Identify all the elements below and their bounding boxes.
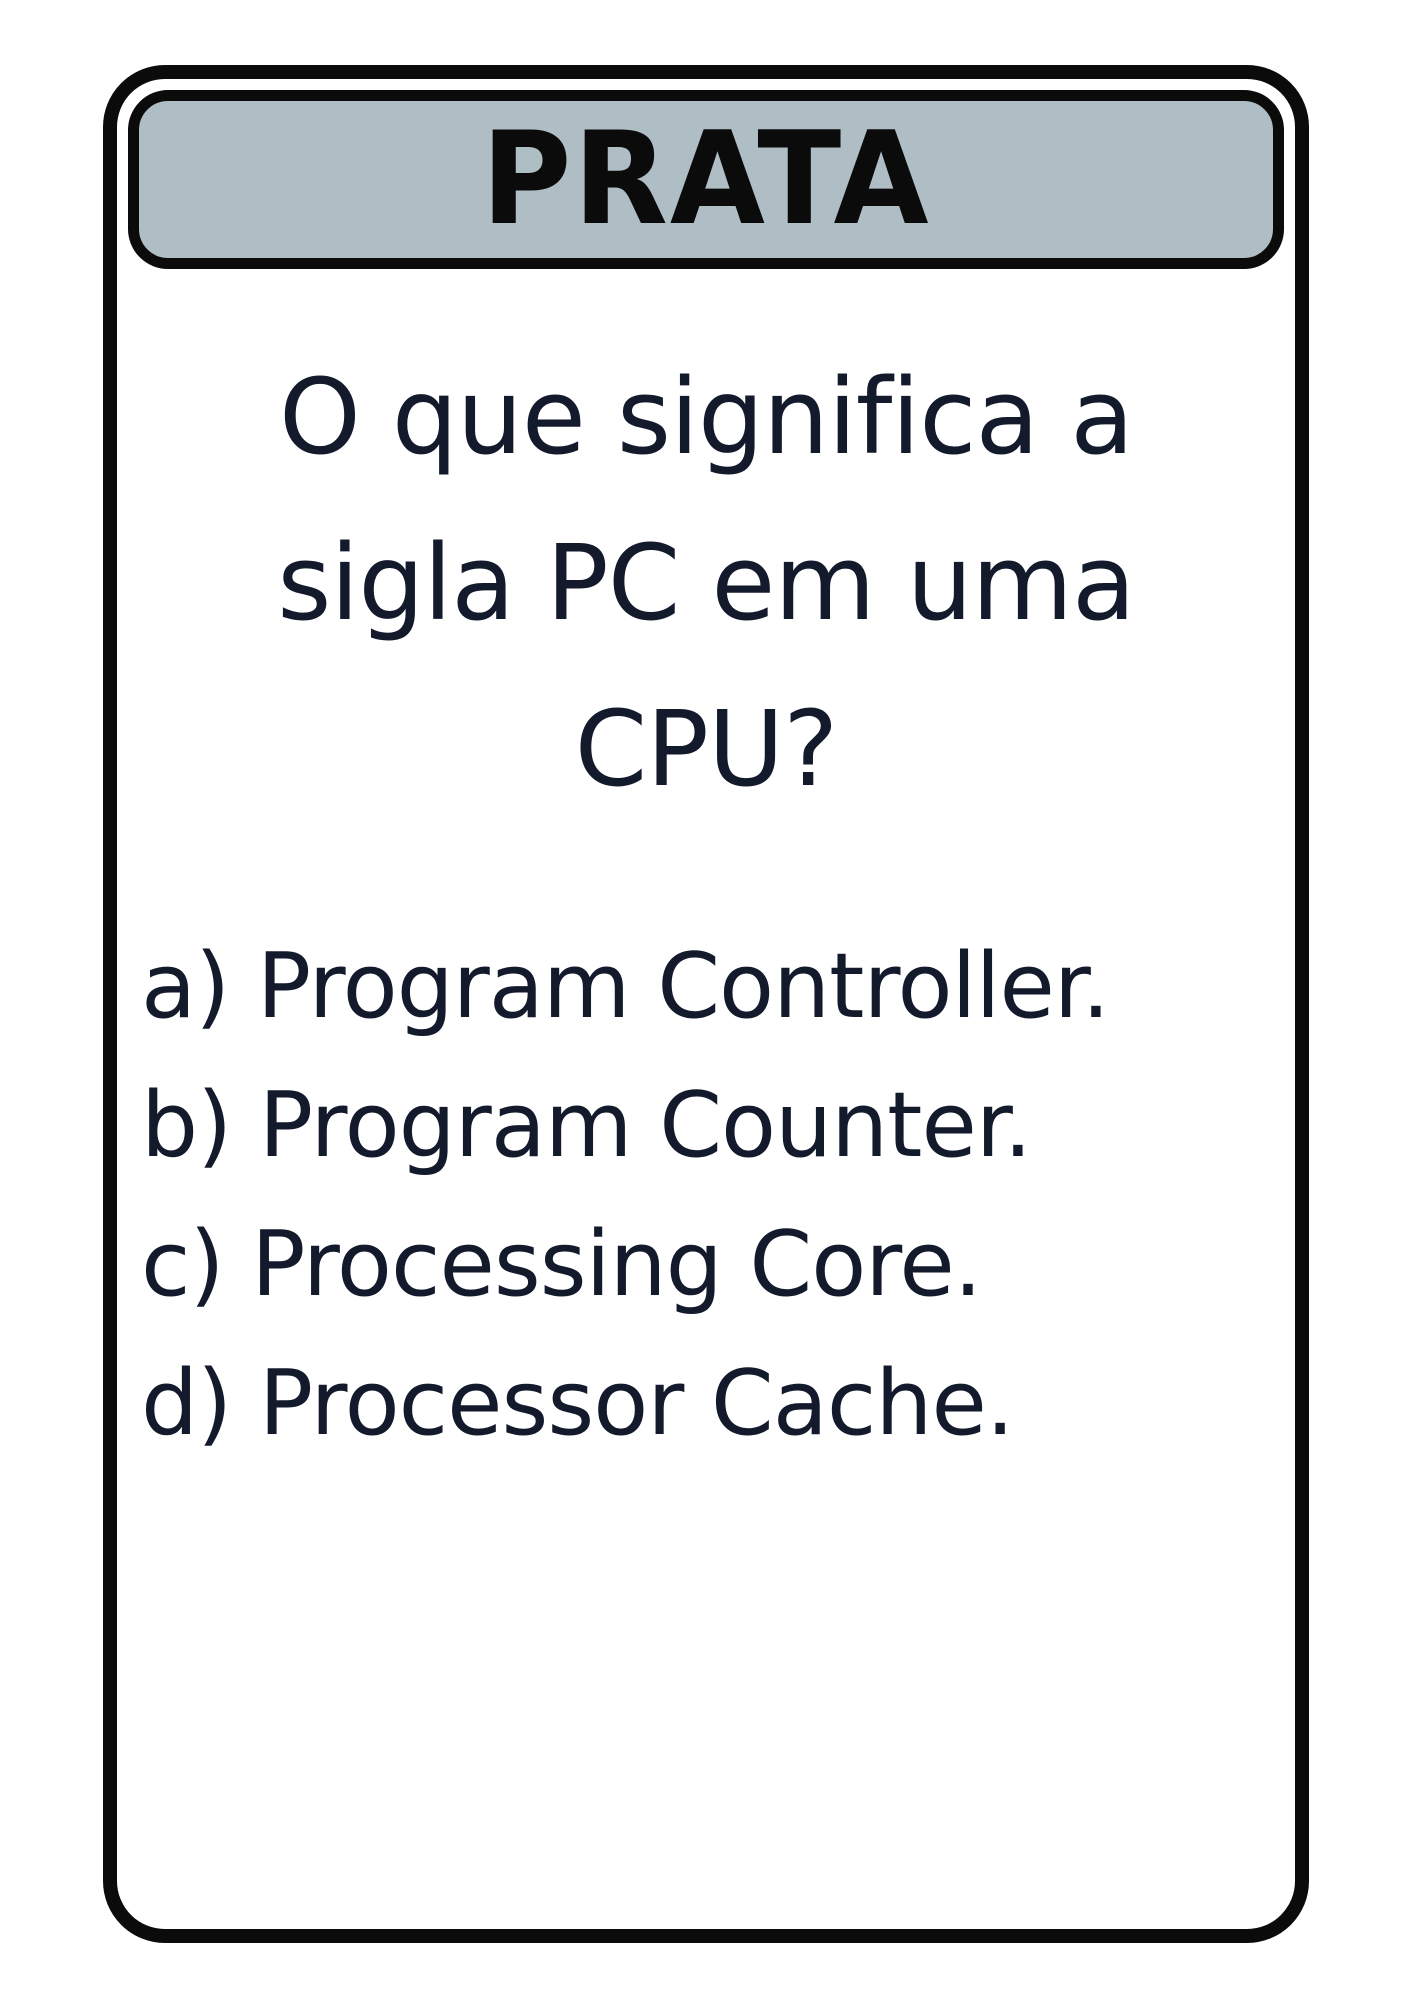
answer-option-a: a) Program Controller. [141, 934, 1110, 1039]
answer-option-d: d) Processor Cache. [141, 1351, 1014, 1456]
answer-option-c: c) Processing Core. [141, 1212, 982, 1317]
answer-options: a) Program Controller. b) Program Counte… [141, 917, 1285, 1473]
question-line: sigla PC em uma [277, 522, 1135, 644]
card-header: PRATA [128, 90, 1284, 269]
question-line: CPU? [574, 688, 839, 810]
quiz-card: PRATA O que significa a sigla PC em uma … [103, 65, 1309, 1943]
answer-option-b: b) Program Counter. [141, 1073, 1032, 1178]
card-header-title: PRATA [481, 104, 931, 254]
question-line: O que significa a [279, 356, 1134, 478]
question-text: O que significa a sigla PC em uma CPU? [147, 334, 1265, 832]
